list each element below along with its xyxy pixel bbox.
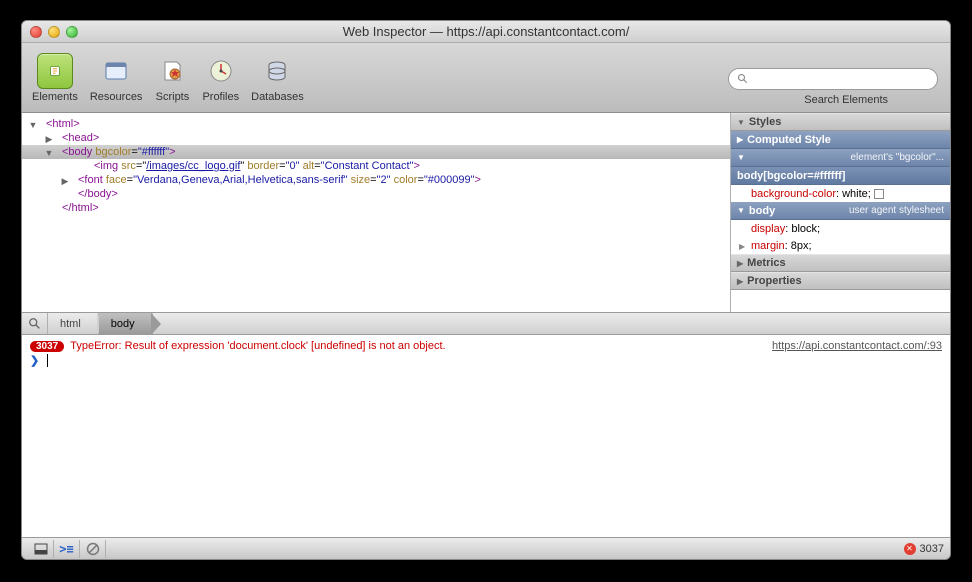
resources-icon	[98, 53, 134, 89]
console-toggle-button[interactable]: >≡	[54, 540, 80, 558]
inspector-window: Web Inspector — https://api.constantcont…	[21, 20, 951, 560]
cursor	[47, 354, 48, 367]
error-icon	[904, 543, 916, 555]
computed-style-header[interactable]: ▶Computed Style	[731, 131, 950, 149]
tab-resources[interactable]: Resources	[90, 53, 143, 103]
tab-profiles[interactable]: Profiles	[202, 53, 239, 103]
properties-header[interactable]: ▶Properties	[731, 272, 950, 290]
search-input[interactable]	[755, 72, 929, 86]
console-prompt[interactable]: ❯	[22, 353, 950, 368]
breadcrumb: html body	[22, 313, 950, 335]
scripts-icon	[154, 53, 190, 89]
tab-label: Scripts	[156, 91, 190, 103]
error-location[interactable]: https://api.constantcontact.com/:93	[772, 340, 942, 352]
error-total: 3037	[920, 543, 944, 555]
css-declaration[interactable]: background-color: white;	[731, 185, 950, 202]
console-error-row[interactable]: 3037 TypeError: Result of expression 'do…	[22, 339, 950, 353]
dock-button[interactable]	[28, 540, 54, 558]
search-icon	[737, 73, 749, 85]
clear-button[interactable]	[80, 540, 106, 558]
dom-node-body-close[interactable]: </body>	[22, 187, 730, 201]
dom-node-head[interactable]: <head>	[22, 131, 730, 145]
dom-node-font[interactable]: <font face="Verdana,Geneva,Arial,Helveti…	[22, 173, 730, 187]
console[interactable]: 3037 TypeError: Result of expression 'do…	[22, 335, 950, 537]
inspect-button[interactable]	[22, 313, 48, 334]
css-declaration[interactable]: display: block;	[731, 220, 950, 237]
tab-label: Profiles	[202, 91, 239, 103]
error-message: TypeError: Result of expression 'documen…	[70, 340, 752, 352]
crumb-html[interactable]: html	[48, 313, 99, 334]
tab-elements[interactable]: Elements	[32, 53, 78, 103]
profiles-icon	[203, 53, 239, 89]
metrics-header[interactable]: ▶Metrics	[731, 254, 950, 272]
error-summary[interactable]: 3037	[904, 543, 944, 555]
close-button[interactable]	[30, 26, 42, 38]
window-title: Web Inspector — https://api.constantcont…	[22, 24, 950, 39]
tab-label: Elements	[32, 91, 78, 103]
zoom-button[interactable]	[66, 26, 78, 38]
dom-tree[interactable]: <html> <head> <body bgcolor="#ffffff"> <…	[22, 113, 730, 312]
tab-label: Resources	[90, 91, 143, 103]
rule-selector[interactable]: body[bgcolor=#ffffff]	[731, 167, 950, 185]
search-label: Search Elements	[804, 94, 888, 106]
traffic-lights	[30, 26, 78, 38]
search-field[interactable]	[728, 68, 938, 90]
databases-icon	[259, 53, 295, 89]
rule-header[interactable]: ▼element's "bgcolor"...	[731, 149, 950, 167]
dom-node-img[interactable]: <img src="/images/cc_logo.gif" border="0…	[22, 159, 730, 173]
status-bar: >≡ 3037	[22, 537, 950, 559]
crumb-body[interactable]: body	[99, 313, 153, 334]
dom-node-html[interactable]: <html>	[22, 117, 730, 131]
tab-databases[interactable]: Databases	[251, 53, 304, 103]
elements-icon	[37, 53, 73, 89]
tab-label: Databases	[251, 91, 304, 103]
titlebar[interactable]: Web Inspector — https://api.constantcont…	[22, 21, 950, 43]
error-count-badge: 3037	[30, 341, 64, 352]
styles-pane: ▼Styles ▶Computed Style ▼element's "bgco…	[730, 113, 950, 312]
dom-node-body[interactable]: <body bgcolor="#ffffff">	[22, 145, 730, 159]
css-declaration[interactable]: ▶margin: 8px;	[731, 237, 950, 254]
prompt-icon: ❯	[30, 354, 39, 367]
color-swatch[interactable]	[874, 189, 884, 199]
dom-node-html-close[interactable]: </html>	[22, 201, 730, 215]
toolbar: Elements Resources Scripts Profiles Data…	[22, 43, 950, 113]
rule-header[interactable]: ▼bodyuser agent stylesheet	[731, 202, 950, 220]
tab-scripts[interactable]: Scripts	[154, 53, 190, 103]
minimize-button[interactable]	[48, 26, 60, 38]
styles-header[interactable]: ▼Styles	[731, 113, 950, 131]
